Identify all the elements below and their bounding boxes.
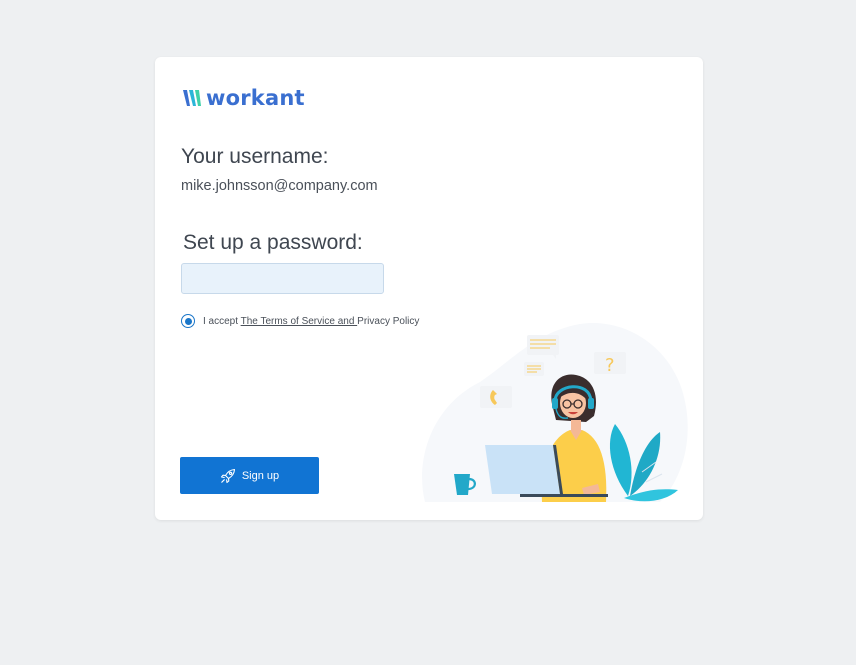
sign-up-label: Sign up [241,469,280,482]
terms-prefix: I accept [203,315,241,327]
logo-text: workant [206,86,305,110]
logo-mark-icon [183,90,201,106]
signup-card: workant Your username: mike.johnsson@com… [155,57,703,520]
password-input[interactable] [181,263,384,294]
sign-up-button[interactable]: Sign up [180,457,319,494]
message-bubble-icon [524,362,544,376]
workant-logo: workant [181,86,305,110]
terms-row: I accept The Terms of Service and Privac… [181,314,419,328]
svg-text:?: ? [605,355,615,376]
terms-accept-radio[interactable] [181,314,195,328]
username-value: mike.johnsson@company.com [181,178,378,194]
radio-selected-dot [184,317,192,325]
rocket-icon [220,468,235,483]
password-heading: Set up a password: [183,231,363,254]
username-heading: Your username: [181,145,329,168]
terms-text: I accept The Terms of Service and Privac… [203,316,419,327]
phone-bubble-icon [480,386,512,408]
question-bubble-icon: ? [594,352,626,376]
support-agent-illustration: ? [422,322,688,502]
terms-of-service-link[interactable]: The Terms of Service and [241,316,358,327]
